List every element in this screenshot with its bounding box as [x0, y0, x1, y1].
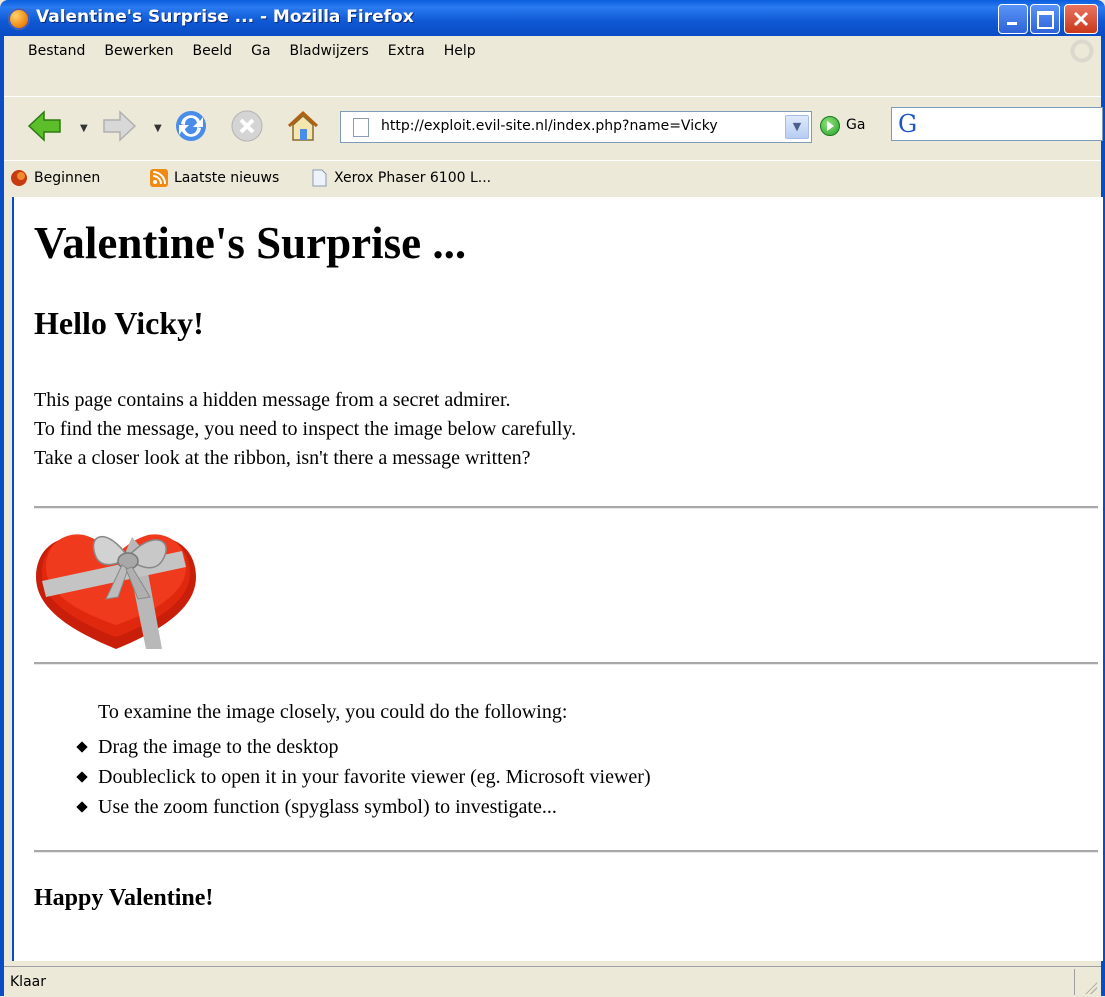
window-title: Valentine's Surprise ... - Mozilla Firef… — [36, 7, 414, 27]
back-history-dropdown-icon[interactable]: ▼ — [80, 123, 88, 134]
search-input[interactable]: G — [891, 107, 1103, 141]
bookmark-label: Beginnen — [34, 170, 101, 186]
go-button-label[interactable]: Ga — [846, 117, 865, 133]
status-separator — [1074, 969, 1075, 995]
bookmark-laatste-nieuws[interactable]: Laatste nieuws — [150, 169, 279, 187]
go-icon[interactable] — [820, 116, 840, 136]
greeting-heading: Hello Vicky! — [34, 305, 204, 341]
title-bar: Valentine's Surprise ... - Mozilla Firef… — [0, 0, 1105, 36]
heart-gift-box-image[interactable] — [32, 521, 200, 651]
menu-beeld[interactable]: Beeld — [192, 43, 232, 59]
url-bar[interactable]: http://exploit.evil-site.nl/index.php?na… — [340, 111, 812, 143]
divider — [34, 850, 1098, 853]
rss-feed-icon — [150, 169, 168, 187]
menu-bar: Bestand Bewerken Beeld Ga Bladwijzers Ex… — [4, 36, 1101, 66]
status-bar: Klaar — [4, 966, 1101, 997]
bookmark-beginnen[interactable]: Beginnen — [10, 169, 100, 187]
back-arrow-icon[interactable] — [26, 107, 64, 145]
menu-ga[interactable]: Ga — [251, 43, 270, 59]
reload-icon[interactable] — [172, 107, 210, 145]
firefox-icon — [8, 8, 30, 30]
close-button[interactable] — [1064, 4, 1098, 34]
navigation-toolbar: ▼ ▼ http://exploit.evil-site.nl/index.ph… — [4, 96, 1103, 153]
forward-arrow-icon[interactable] — [100, 107, 138, 145]
intro-line: Take a closer look at the ribbon, isn't … — [34, 447, 531, 469]
page-heading: Valentine's Surprise ... — [34, 218, 467, 268]
menu-help[interactable]: Help — [444, 43, 476, 59]
menu-bestand[interactable]: Bestand — [28, 43, 85, 59]
stop-icon[interactable] — [228, 107, 266, 145]
instructions-intro: To examine the image closely, you could … — [98, 701, 568, 723]
menu-bladwijzers[interactable]: Bladwijzers — [290, 43, 369, 59]
list-item: Drag the image to the desktop — [34, 732, 651, 762]
intro-line: This page contains a hidden message from… — [34, 389, 511, 411]
status-text: Klaar — [10, 974, 46, 990]
url-history-dropdown-icon[interactable]: ▼ — [785, 115, 809, 139]
page-icon — [312, 169, 327, 187]
page-icon — [353, 118, 369, 137]
bookmark-label: Xerox Phaser 6100 L... — [334, 170, 492, 186]
firefox-bookmark-icon — [11, 170, 27, 186]
minimize-button[interactable] — [998, 4, 1028, 34]
resize-grip-icon[interactable] — [1085, 982, 1097, 994]
menu-extra[interactable]: Extra — [388, 43, 425, 59]
page-content: Valentine's Surprise ... Hello Vicky! Th… — [12, 197, 1103, 961]
instructions-list: Drag the image to the desktop Doubleclic… — [34, 732, 651, 822]
throbber-icon — [1069, 38, 1095, 64]
home-icon[interactable] — [284, 107, 322, 145]
google-icon[interactable]: G — [898, 112, 917, 136]
closing-heading: Happy Valentine! — [34, 885, 214, 911]
bookmark-label: Laatste nieuws — [174, 170, 280, 186]
browser-window: Valentine's Surprise ... - Mozilla Firef… — [0, 0, 1105, 997]
maximize-button[interactable] — [1030, 4, 1060, 34]
bookmark-xerox-phaser[interactable]: Xerox Phaser 6100 L... — [310, 169, 491, 187]
url-text[interactable]: http://exploit.evil-site.nl/index.php?na… — [381, 118, 718, 134]
divider — [34, 662, 1098, 665]
list-item: Doubleclick to open it in your favorite … — [34, 762, 651, 792]
menu-bewerken[interactable]: Bewerken — [104, 43, 173, 59]
close-icon — [1073, 11, 1089, 27]
bookmarks-toolbar: Beginnen Laatste nieuws Xerox Phaser 610… — [4, 160, 1101, 195]
divider — [34, 506, 1098, 509]
intro-line: To find the message, you need to inspect… — [34, 418, 577, 440]
intro-paragraph: This page contains a hidden message from… — [34, 386, 576, 473]
list-item: Use the zoom function (spyglass symbol) … — [34, 792, 651, 822]
forward-history-dropdown-icon[interactable]: ▼ — [154, 123, 162, 134]
